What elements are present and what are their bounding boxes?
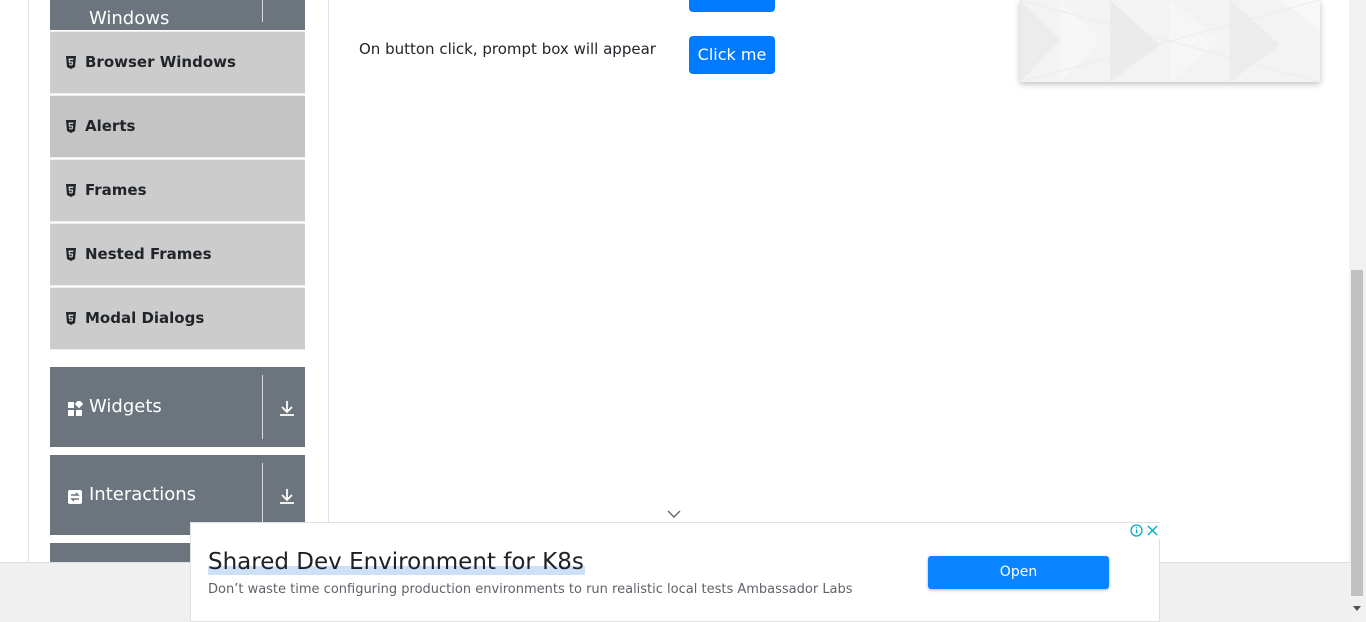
header-separator	[262, 375, 263, 439]
html5-icon	[66, 56, 76, 69]
group-header-alerts-frames-windows[interactable]: Windows	[50, 0, 305, 30]
ad-title[interactable]: Shared Dev Environment for K8s	[208, 549, 584, 575]
sidebar-item-alerts[interactable]: Alerts	[50, 95, 305, 158]
sidebar-item-modal-dialogs[interactable]: Modal Dialogs	[50, 287, 305, 350]
html5-icon	[66, 184, 76, 197]
header-separator	[262, 463, 263, 527]
html5-icon	[66, 248, 76, 261]
ad-description: Don’t waste time configuring production …	[208, 582, 853, 597]
scroll-down-arrow-icon[interactable]	[1353, 606, 1361, 611]
sidebar-item-label: Browser Windows	[85, 53, 236, 71]
group-label-widgets: Widgets	[89, 396, 162, 417]
header-separator	[262, 0, 263, 22]
chevron-down-icon[interactable]	[666, 509, 682, 519]
collapse-toggle-icon[interactable]	[278, 0, 296, 12]
html5-icon	[66, 120, 76, 133]
expand-download-icon[interactable]	[278, 487, 296, 505]
ad-banner[interactable]: Shared Dev Environment for K8s Don’t was…	[190, 522, 1160, 622]
sidebar-divider	[328, 0, 329, 562]
sidebar-item-label: Alerts	[85, 117, 136, 135]
sidebar-item-label: Frames	[85, 181, 147, 199]
container-border	[28, 0, 29, 562]
prompt-box-description: On button click, prompt box will appear	[359, 40, 656, 58]
geometric-pattern-graphic	[1020, 0, 1320, 82]
vertical-scrollbar[interactable]	[1349, 0, 1366, 622]
info-icon[interactable]	[1130, 524, 1143, 537]
interactions-icon	[68, 490, 82, 504]
prompt-click-me-button[interactable]: Click me	[689, 36, 775, 74]
sidebar-item-label: Modal Dialogs	[85, 309, 205, 327]
expand-download-icon[interactable]	[278, 399, 296, 417]
sidebar-item-frames[interactable]: Frames	[50, 159, 305, 222]
widgets-icon	[68, 401, 83, 416]
sidebar-item-nested-frames[interactable]: Nested Frames	[50, 223, 305, 286]
group-header-widgets[interactable]: Widgets	[50, 367, 305, 447]
side-ad-image[interactable]	[1020, 0, 1320, 82]
ad-choices	[1128, 523, 1160, 539]
sidebar-item-browser-windows[interactable]: Browser Windows	[50, 31, 305, 94]
group-label-interactions: Interactions	[89, 484, 197, 505]
scrollbar-thumb[interactable]	[1351, 270, 1363, 596]
sidebar-item-label: Nested Frames	[85, 245, 212, 263]
ad-open-button[interactable]: Open	[928, 556, 1109, 589]
page: Windows Browser Windows Alerts Frames Ne…	[0, 0, 1366, 622]
close-icon[interactable]	[1146, 524, 1159, 537]
html5-icon	[66, 312, 76, 325]
group-label-windows: Windows	[89, 8, 170, 29]
previous-click-me-button[interactable]	[689, 0, 775, 12]
